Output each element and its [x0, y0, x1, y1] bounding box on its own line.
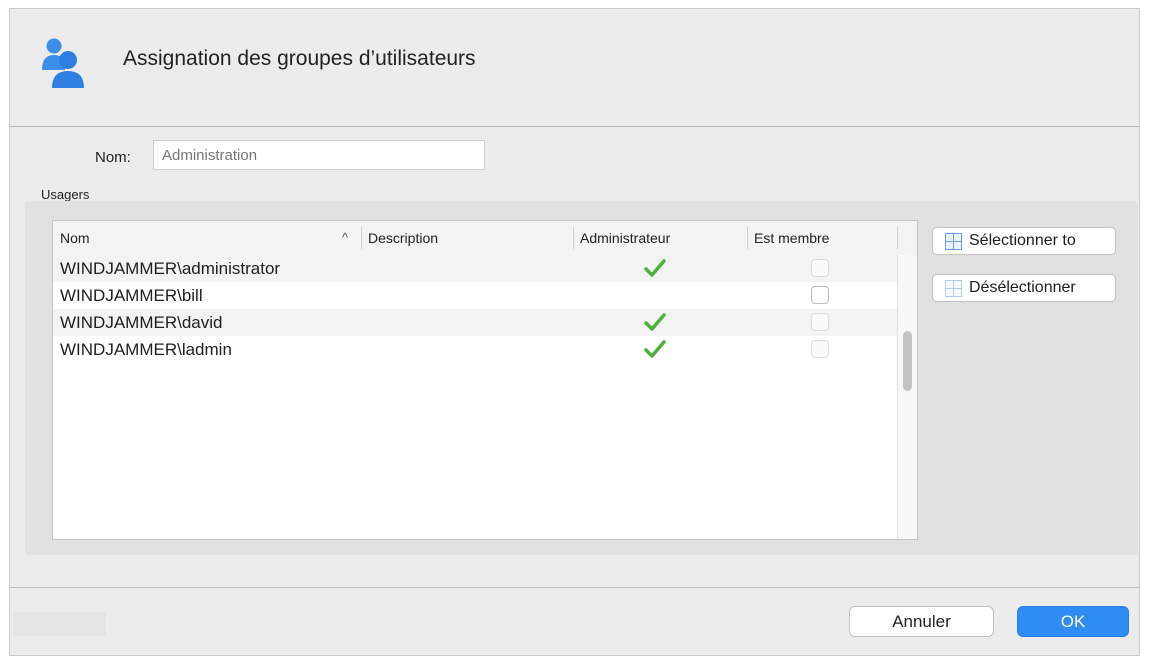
cancel-button[interactable]: Annuler: [849, 606, 994, 637]
user-group-dialog: Assignation des groupes d’utilisateurs N…: [9, 8, 1140, 656]
user-name-cell: WINDJAMMER\administrator: [60, 259, 281, 278]
dialog-title: Assignation des groupes d’utilisateurs: [123, 47, 476, 70]
name-label: Nom:: [95, 149, 131, 166]
table-row[interactable]: WINDJAMMER\administrator: [53, 255, 897, 282]
column-header-admin[interactable]: Administrateur: [573, 221, 747, 255]
deselect-label: Désélectionner: [969, 279, 1076, 296]
scrollbar-thumb[interactable]: [903, 331, 912, 391]
member-checkbox: [811, 313, 829, 331]
select-all-label: Sélectionner to: [969, 232, 1076, 249]
table-header: Nom ^ Description Administrateur Est mem…: [53, 221, 917, 256]
users-section-label: Usagers: [41, 187, 90, 202]
checkmark-icon: [644, 313, 666, 331]
vertical-scrollbar[interactable]: [897, 255, 917, 539]
member-checkbox[interactable]: [811, 286, 829, 304]
checkmark-icon: [644, 259, 666, 277]
sort-ascending-icon[interactable]: ^: [342, 221, 348, 255]
footer-blank-field: [13, 612, 106, 636]
member-checkbox: [811, 259, 829, 277]
user-name-cell: WINDJAMMER\ladmin: [60, 340, 232, 359]
users-group-box: Nom ^ Description Administrateur Est mem…: [25, 201, 1138, 555]
select-all-button[interactable]: Sélectionner to: [932, 227, 1116, 255]
checkmark-icon: [644, 340, 666, 358]
column-divider: [897, 227, 898, 249]
user-name-cell: WINDJAMMER\bill: [60, 286, 203, 305]
table-row[interactable]: WINDJAMMER\bill: [53, 282, 897, 309]
user-name-cell: WINDJAMMER\david: [60, 313, 223, 332]
deselect-button[interactable]: Désélectionner: [932, 274, 1116, 302]
users-icon: [42, 38, 84, 88]
dialog-header: Assignation des groupes d’utilisateurs: [10, 9, 1139, 127]
ok-button[interactable]: OK: [1017, 606, 1129, 637]
users-table: Nom ^ Description Administrateur Est mem…: [52, 220, 918, 540]
column-header-name[interactable]: Nom: [53, 221, 361, 255]
name-input[interactable]: [153, 140, 485, 170]
grid-deselect-icon: [945, 280, 962, 297]
footer-divider: [10, 587, 1139, 588]
table-row[interactable]: WINDJAMMER\david: [53, 309, 897, 336]
grid-select-icon: [945, 233, 962, 250]
column-header-description[interactable]: Description: [361, 221, 573, 255]
member-checkbox: [811, 340, 829, 358]
table-row[interactable]: WINDJAMMER\ladmin: [53, 336, 897, 363]
column-header-member[interactable]: Est membre: [747, 221, 897, 255]
